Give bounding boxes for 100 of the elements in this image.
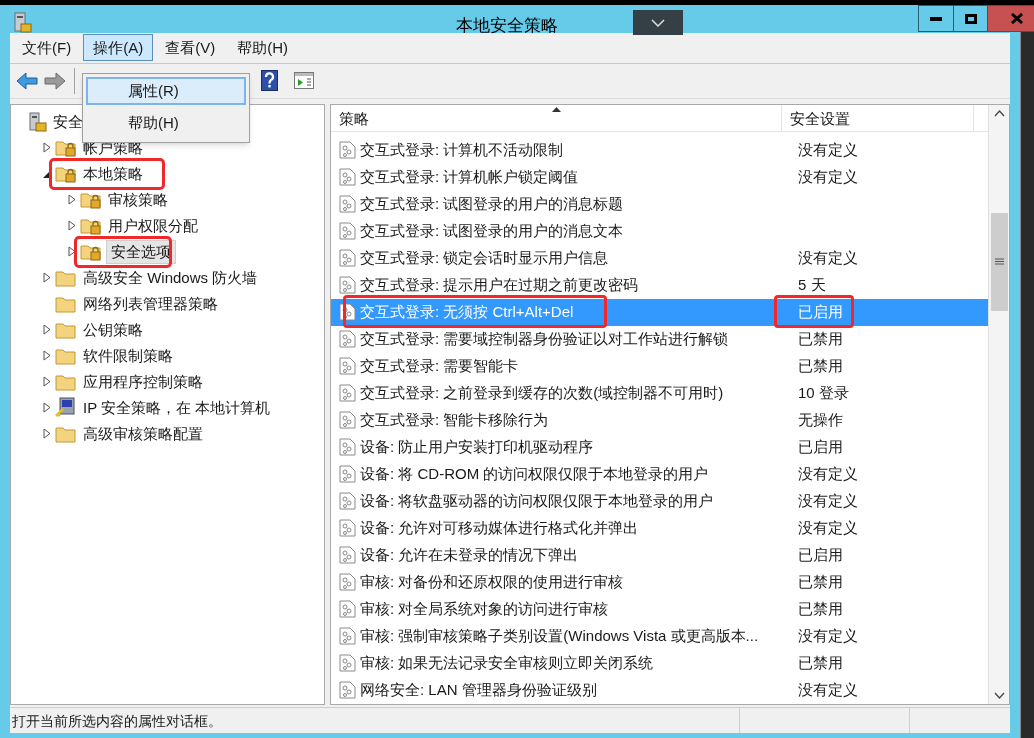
table-cell-text: 设备: 将软盘驱动器的访问权限仅限于本地登录的用户 bbox=[359, 491, 715, 511]
table-cell-text: 没有定义 bbox=[798, 464, 858, 484]
column-header[interactable]: 安全设置 bbox=[782, 104, 974, 131]
close-button[interactable] bbox=[988, 5, 1034, 32]
tree-item[interactable]: 软件限制策略 bbox=[81, 344, 175, 367]
panel-icon[interactable] bbox=[294, 72, 314, 90]
policy-icon bbox=[339, 384, 356, 403]
server-lock-icon bbox=[29, 111, 47, 132]
expand-arrow-icon[interactable] bbox=[68, 194, 76, 206]
table-cell-text: 没有定义 bbox=[798, 167, 858, 187]
tree-item[interactable]: 本地策略 bbox=[81, 162, 145, 185]
expand-arrow-icon[interactable] bbox=[68, 246, 76, 258]
table-cell-text: 交互式登录: 计算机不活动限制 bbox=[359, 140, 565, 160]
menu-item[interactable]: 帮助(H) bbox=[86, 107, 246, 139]
table-cell-text: 已启用 bbox=[798, 437, 843, 457]
table-cell-text: 设备: 允许在未登录的情况下弹出 bbox=[359, 545, 580, 565]
table-cell-text: 交互式登录: 智能卡移除行为 bbox=[359, 410, 550, 430]
table-cell-text: 交互式登录: 之前登录到缓存的次数(域控制器不可用时) bbox=[359, 383, 725, 403]
scroll-down-icon[interactable] bbox=[993, 691, 1005, 699]
table-cell-text: 审核: 如果无法记录安全审核则立即关闭系统 bbox=[359, 653, 655, 673]
folder-icon bbox=[55, 268, 77, 287]
table-cell-text: 交互式登录: 计算机帐户锁定阈值 bbox=[359, 167, 580, 187]
folder-lock-icon bbox=[55, 138, 77, 158]
folder-icon bbox=[55, 424, 77, 443]
table-cell-text: 已禁用 bbox=[798, 599, 843, 619]
policy-icon bbox=[339, 519, 356, 538]
tree-item[interactable]: 高级审核策略配置 bbox=[81, 422, 205, 445]
expand-arrow-icon[interactable] bbox=[43, 272, 51, 284]
scroll-up-icon[interactable] bbox=[993, 109, 1005, 117]
table-cell-text: 交互式登录: 提示用户在过期之前更改密码 bbox=[359, 275, 640, 295]
folder-lock-icon bbox=[80, 216, 102, 236]
folder-lock-icon bbox=[80, 190, 102, 210]
table-cell-text: 设备: 防止用户安装打印机驱动程序 bbox=[359, 437, 595, 457]
tree-item[interactable]: 用户权限分配 bbox=[106, 214, 200, 237]
table-cell-text: 审核: 对全局系统对象的访问进行审核 bbox=[359, 599, 610, 619]
tree-item[interactable]: 审核策略 bbox=[106, 188, 170, 211]
menu-item[interactable]: 帮助(H) bbox=[227, 34, 298, 62]
policy-icon bbox=[339, 168, 356, 187]
folder-icon bbox=[55, 372, 77, 391]
policy-icon bbox=[339, 546, 356, 565]
tree-item[interactable]: 安全 bbox=[51, 110, 85, 133]
sort-arrow-icon bbox=[552, 106, 561, 112]
scrollbar-thumb[interactable] bbox=[990, 212, 1008, 311]
status-text: 打开当前所选内容的属性对话框。 bbox=[10, 707, 740, 733]
table-cell-text: 设备: 将 CD-ROM 的访问权限仅限于本地登录的用户 bbox=[359, 464, 710, 484]
expand-arrow-icon[interactable] bbox=[43, 428, 51, 440]
app-icon bbox=[14, 12, 32, 34]
tree-item[interactable]: 公钥策略 bbox=[81, 318, 145, 341]
tree-item[interactable]: 应用程序控制策略 bbox=[81, 370, 205, 393]
tree-item[interactable]: 网络列表管理器策略 bbox=[81, 292, 220, 315]
menu-item[interactable]: 文件(F) bbox=[12, 34, 82, 62]
minimize-button[interactable] bbox=[918, 5, 954, 32]
expand-arrow-icon[interactable] bbox=[68, 220, 76, 232]
scrollbar[interactable] bbox=[988, 104, 1009, 704]
back-arrow-icon[interactable] bbox=[16, 71, 38, 90]
table-cell-text: 没有定义 bbox=[798, 140, 858, 160]
expand-arrow-icon[interactable] bbox=[43, 376, 51, 388]
table-cell-text: 设备: 允许对可移动媒体进行格式化并弹出 bbox=[359, 518, 640, 538]
tree-item[interactable]: 安全选项 bbox=[106, 239, 176, 264]
computer-key-icon bbox=[55, 396, 77, 419]
policy-icon bbox=[339, 249, 356, 268]
policy-icon bbox=[339, 276, 356, 295]
table-cell-text: 交互式登录: 锁定会话时显示用户信息 bbox=[359, 248, 610, 268]
table-cell-text: 交互式登录: 试图登录的用户的消息文本 bbox=[359, 221, 625, 241]
policy-icon bbox=[339, 600, 356, 619]
policy-icon bbox=[339, 357, 356, 376]
policy-icon bbox=[339, 438, 356, 457]
expand-arrow-icon[interactable] bbox=[43, 142, 51, 154]
table-cell-text: 10 登录 bbox=[798, 383, 849, 403]
table-cell-text: 交互式登录: 需要域控制器身份验证以对工作站进行解锁 bbox=[359, 329, 730, 349]
tree-item[interactable]: 高级安全 Windows 防火墙 bbox=[81, 266, 260, 289]
table-cell-text: 没有定义 bbox=[798, 680, 858, 700]
folder-icon bbox=[55, 294, 77, 313]
expand-arrow-icon[interactable] bbox=[43, 402, 51, 414]
folder-lock-icon bbox=[80, 242, 102, 262]
folder-icon bbox=[55, 320, 77, 339]
menu-item[interactable]: 属性(R) bbox=[86, 77, 246, 105]
policy-icon bbox=[339, 195, 356, 214]
policy-icon bbox=[339, 654, 356, 673]
forward-arrow-icon[interactable] bbox=[44, 71, 66, 90]
table-cell-text: 没有定义 bbox=[798, 491, 858, 511]
table-cell-text: 没有定义 bbox=[798, 248, 858, 268]
menu-item[interactable]: 查看(V) bbox=[155, 34, 226, 62]
policy-icon bbox=[339, 681, 356, 700]
policy-icon bbox=[339, 330, 356, 349]
table-cell-text: 已启用 bbox=[798, 545, 843, 565]
folder-lock-icon bbox=[55, 164, 77, 184]
dropdown-button[interactable] bbox=[633, 10, 683, 35]
help-icon[interactable] bbox=[261, 70, 278, 92]
menu-item[interactable]: 操作(A) bbox=[83, 34, 154, 62]
expand-arrow-icon[interactable] bbox=[43, 350, 51, 362]
policy-icon bbox=[339, 411, 356, 430]
table-cell-text: 交互式登录: 试图登录的用户的消息标题 bbox=[359, 194, 625, 214]
policy-icon bbox=[339, 465, 356, 484]
close-icon bbox=[1011, 13, 1023, 24]
chevron-icon bbox=[651, 18, 665, 27]
table-cell-text: 审核: 强制审核策略子类别设置(Windows Vista 或更高版本... bbox=[359, 626, 760, 646]
expand-arrow-icon[interactable] bbox=[43, 324, 51, 336]
table-cell-text: 已禁用 bbox=[798, 329, 843, 349]
tree-item[interactable]: IP 安全策略，在 本地计算机 bbox=[81, 396, 273, 419]
